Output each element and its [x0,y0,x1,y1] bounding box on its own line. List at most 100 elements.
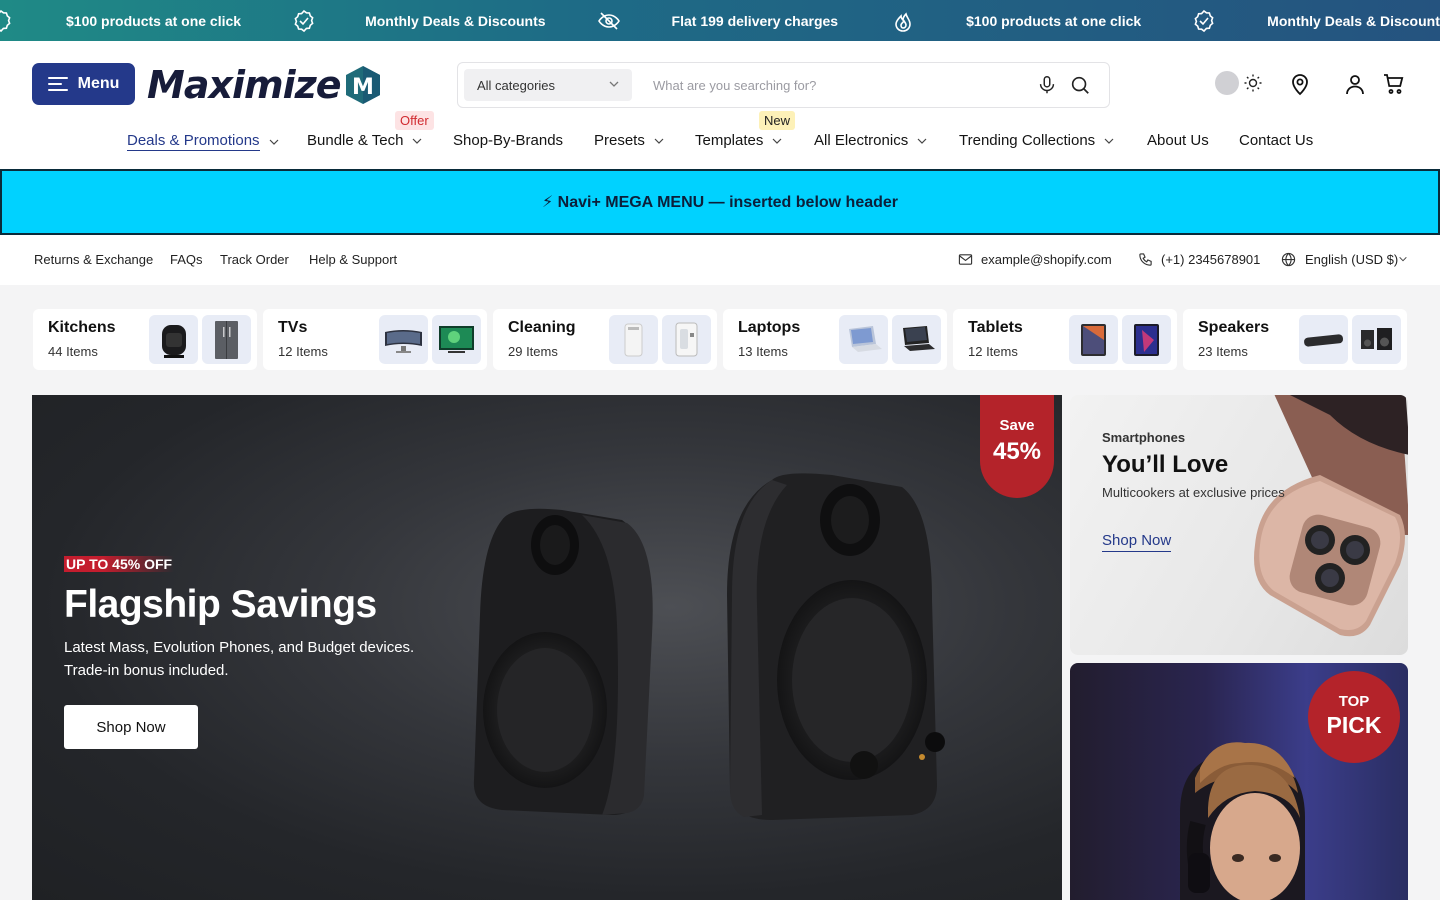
logo-mark-letter: M [352,75,374,100]
category-card-speakers[interactable]: Speakers 23 Items [1183,309,1407,370]
category-card-tvs[interactable]: TVs 12 Items [263,309,487,370]
nav-label: Presets [594,132,645,149]
badge-check-icon [0,8,14,34]
chevron-down-icon [654,138,664,144]
chevron-down-icon [772,138,782,144]
soundbar-thumbnail [1299,315,1348,364]
main-nav: Deals & Promotions Bundle & Tech Offer S… [0,111,1440,160]
nav-item-templates[interactable]: Templates [695,132,783,149]
hero-description: Latest Mass, Evolution Phones, and Budge… [64,639,415,679]
announcement-text: Monthly Deals & Discounts [365,12,546,29]
save-badge: Save 45% [980,395,1054,498]
water-dispenser-thumbnail [662,315,711,364]
phone-icon [1139,253,1152,266]
menu-button[interactable]: Menu [32,63,135,105]
theme-toggle[interactable] [1213,68,1267,98]
chevron-down-icon [609,81,619,87]
category-count: 12 Items [968,344,1018,359]
nav-item-brands[interactable]: Shop-By-Brands [453,132,563,149]
nav-item-contact[interactable]: Contact Us [1239,132,1313,149]
nav-item-trending[interactable]: Trending Collections [959,132,1115,149]
category-name: TVs [278,319,308,336]
nav-item-bundle[interactable]: Bundle & Tech [307,132,423,149]
announcement-bar: $100 products at one click Monthly Deals… [0,0,1440,41]
nav-label: Trending Collections [959,132,1096,149]
language-selector[interactable]: English (USD $) [1305,252,1398,267]
category-select-value: All categories [477,77,556,93]
save-badge-label: Save [999,417,1035,434]
track-order-link[interactable]: Track Order [220,252,289,267]
promo-top-pick[interactable]: TOP PICK [1070,663,1408,900]
mail-icon [958,254,973,265]
menu-button-label: Menu [77,75,120,92]
new-badge: New [759,111,796,130]
utility-bar: Returns & Exchange FAQs Track Order Help… [0,235,1440,285]
badge-check-icon [1191,8,1217,34]
tablet-blue-thumbnail [1122,315,1171,364]
hero-title: Flagship Savings [64,583,377,626]
nav-label: Deals & Promotions [127,132,260,151]
chevron-down-icon [1104,138,1114,144]
offer-badge: Offer [395,111,434,130]
announcement-text: $100 products at one click [966,12,1142,29]
search-input[interactable] [653,75,1013,95]
nav-item-electronics[interactable]: All Electronics [814,132,928,149]
globe-icon [1281,252,1296,267]
user-icon[interactable] [1343,72,1367,96]
bookshelf-speaker-thumbnail [1352,315,1401,364]
promo-shop-now-link[interactable]: Shop Now [1102,532,1172,552]
microphone-icon[interactable] [1036,74,1058,96]
category-card-laptops[interactable]: Laptops 13 Items [723,309,947,370]
smartphone-image [1254,395,1408,637]
cart-icon[interactable] [1382,72,1406,96]
badge-check-icon [291,8,317,34]
hero-banner: UP TO 45% OFF Flagship Savings Latest Ma… [32,395,1062,900]
category-name: Kitchens [48,319,116,336]
category-card-tablets[interactable]: Tablets 12 Items [953,309,1177,370]
category-count: 13 Items [738,344,788,359]
category-count: 12 Items [278,344,328,359]
hero-shop-now-button[interactable]: Shop Now [64,705,198,749]
gamer-kid-image [1180,742,1305,900]
speakers-image [473,473,945,820]
category-card-kitchens[interactable]: Kitchens 44 Items [33,309,257,370]
nav-item-about[interactable]: About Us [1147,132,1209,149]
top-pick-badge: TOP PICK [1308,671,1400,763]
logo[interactable]: Maximize M [147,61,383,109]
top-pick-label-top: TOP [1338,693,1370,710]
hamburger-icon [47,77,68,91]
nav-item-presets[interactable]: Presets [594,132,665,149]
help-support-link[interactable]: Help & Support [309,252,397,267]
chevron-down-icon [1399,256,1407,262]
category-name: Cleaning [508,319,576,336]
nav-label: All Electronics [814,132,909,149]
faqs-link[interactable]: FAQs [170,252,203,267]
category-select[interactable]: All categories [464,69,632,101]
email-link[interactable]: example@shopify.com [981,252,1112,267]
nav-label: Bundle & Tech [307,132,404,149]
category-count: 44 Items [48,344,98,359]
hero-eyebrow: UP TO 45% OFF [64,556,175,572]
search-icon[interactable] [1069,74,1091,96]
air-purifier-thumbnail [609,315,658,364]
location-pin-icon[interactable] [1288,72,1312,96]
nav-item-deals[interactable]: Deals & Promotions [127,132,280,151]
category-count: 23 Items [1198,344,1248,359]
logo-text: Maximize [147,63,342,107]
flame-icon [890,8,916,34]
category-name: Laptops [738,319,801,336]
save-badge-value: 45% [992,438,1042,465]
promo-smartphones[interactable]: Smartphones You’ll Love Multicookers at … [1070,395,1408,655]
phone-link[interactable]: (+1) 2345678901 [1161,252,1260,267]
category-name: Tablets [968,319,1023,336]
category-card-cleaning[interactable]: Cleaning 29 Items [493,309,717,370]
sun-icon [1244,74,1262,92]
announcement-track: $100 products at one click Monthly Deals… [0,0,1440,41]
curved-monitor-thumbnail [379,315,428,364]
category-count: 29 Items [508,344,558,359]
laptop-dark-thumbnail [892,315,941,364]
returns-link[interactable]: Returns & Exchange [34,252,153,267]
tv-thumbnail [432,315,481,364]
nav-label: Templates [695,132,764,149]
nav-label: Contact Us [1239,132,1314,149]
